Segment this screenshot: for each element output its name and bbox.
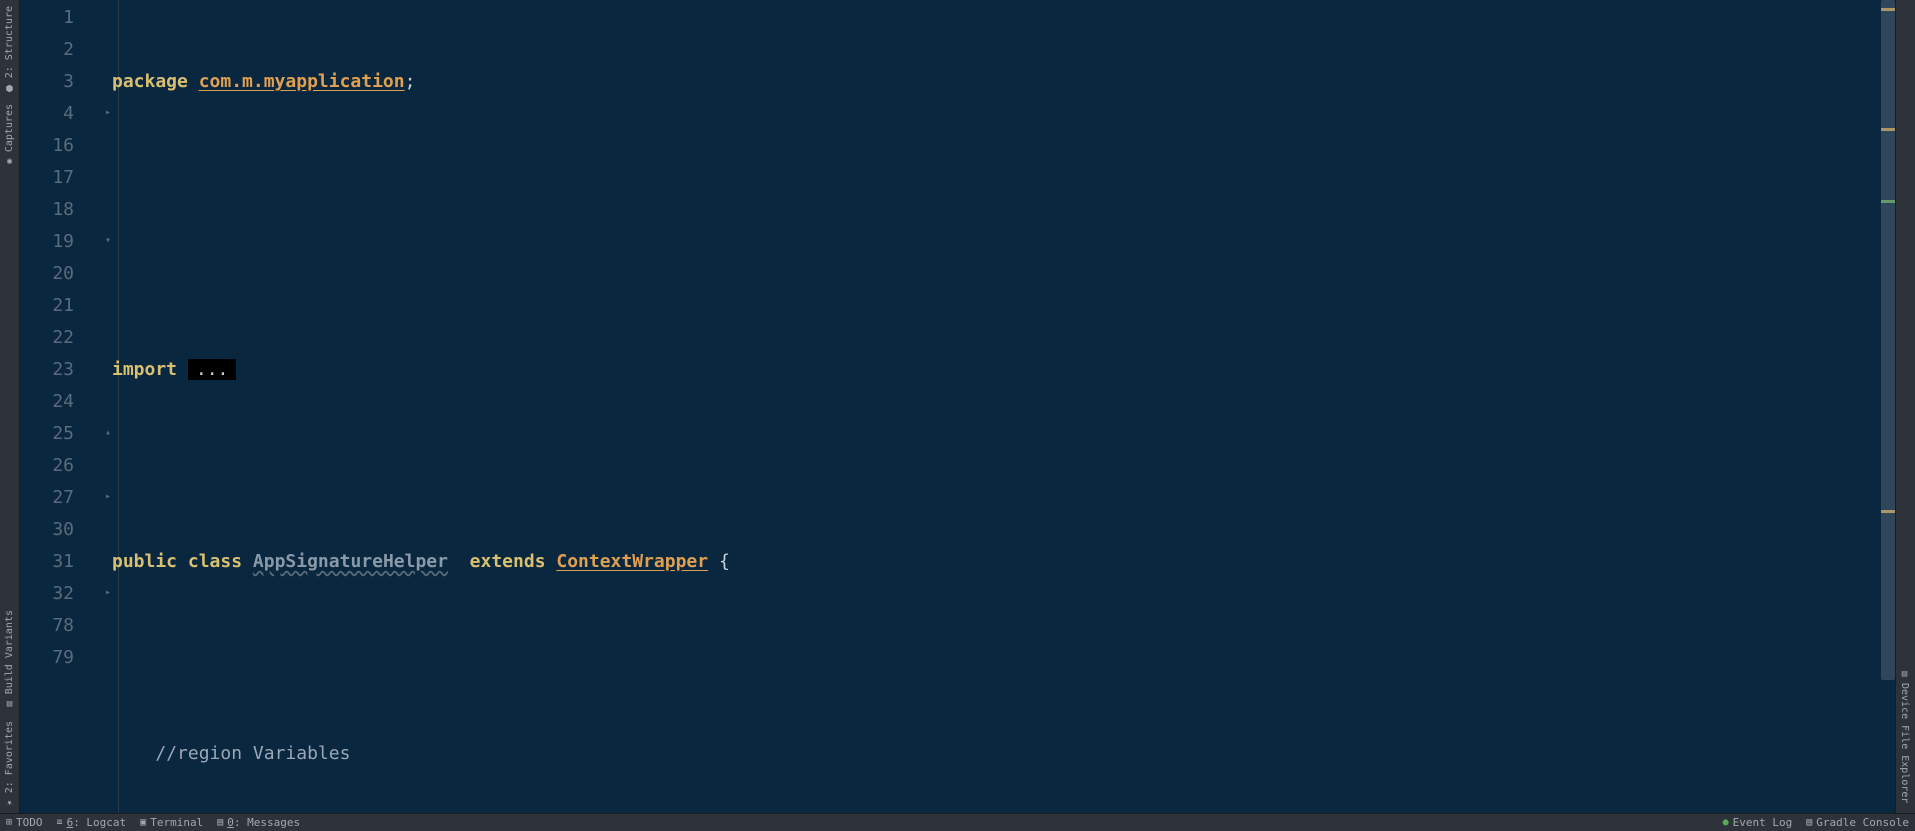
line-number: 3 xyxy=(20,66,98,98)
line-number: 18 xyxy=(20,194,98,226)
terminal-icon: ▣ xyxy=(140,817,146,828)
structure-icon: ⬢ xyxy=(5,82,15,92)
line-number: 22 xyxy=(20,322,98,354)
code-line: import ... xyxy=(112,354,1895,386)
status-logcat[interactable]: ≡ 6: Logcat xyxy=(57,816,127,829)
line-number: 20 xyxy=(20,258,98,290)
status-event-log[interactable]: ● Event Log xyxy=(1723,816,1793,829)
line-number: 78 xyxy=(20,610,98,642)
messages-icon: ▤ xyxy=(217,817,223,828)
line-number: 19 xyxy=(20,226,98,258)
scroll-thumb[interactable] xyxy=(1881,0,1895,680)
line-number: 4 xyxy=(20,98,98,130)
status-todo[interactable]: ⊞ TODO xyxy=(6,816,43,829)
build-variants-icon: ▤ xyxy=(5,699,15,709)
line-number: 30 xyxy=(20,514,98,546)
logcat-icon: ≡ xyxy=(57,817,63,828)
tool-build-variants[interactable]: ▤ Build Variants xyxy=(0,604,19,714)
right-tool-sidebar: ▤ Device File Explorer xyxy=(1895,0,1915,813)
line-number: 32 xyxy=(20,578,98,610)
left-tool-sidebar: ⬢ 2: Structure ◉ Captures ▤ Build Varian… xyxy=(0,0,20,813)
event-log-icon: ● xyxy=(1723,817,1729,828)
line-number: 25 xyxy=(20,418,98,450)
todo-icon: ⊞ xyxy=(6,817,12,828)
code-line xyxy=(112,450,1895,482)
line-number: 24 xyxy=(20,386,98,418)
code-line: package com.m.myapplication; xyxy=(112,66,1895,98)
tool-favorites[interactable]: ★ 2: Favorites xyxy=(0,715,19,813)
code-line xyxy=(112,258,1895,290)
gradle-console-icon: ▤ xyxy=(1806,817,1812,828)
code-content[interactable]: package com.m.myapplication; import ... … xyxy=(98,0,1895,813)
line-number: 27 xyxy=(20,482,98,514)
device-explorer-icon: ▤ xyxy=(1900,669,1910,679)
code-editor[interactable]: 1 2 3 4 16 17 18 19 20 21 22 23 24 25 26… xyxy=(20,0,1895,813)
line-number: 23 xyxy=(20,354,98,386)
line-number: 26 xyxy=(20,450,98,482)
line-number: 79 xyxy=(20,642,98,674)
status-terminal[interactable]: ▣ Terminal xyxy=(140,816,203,829)
code-line xyxy=(112,642,1895,674)
line-number-gutter: 1 2 3 4 16 17 18 19 20 21 22 23 24 25 26… xyxy=(20,0,98,813)
folded-imports[interactable]: ... xyxy=(188,359,237,380)
code-line: public class AppSignatureHelper extends … xyxy=(112,546,1895,578)
tool-captures[interactable]: ◉ Captures xyxy=(0,98,19,172)
line-number: 21 xyxy=(20,290,98,322)
code-line xyxy=(112,162,1895,194)
status-messages[interactable]: ▤ 0: Messages xyxy=(217,816,300,829)
line-number: 31 xyxy=(20,546,98,578)
line-number: 16 xyxy=(20,130,98,162)
line-number: 2 xyxy=(20,34,98,66)
captures-icon: ◉ xyxy=(5,156,15,166)
editor-scrollbar[interactable] xyxy=(1881,0,1895,813)
code-line: //region Variables xyxy=(112,738,1895,770)
line-number: 17 xyxy=(20,162,98,194)
tool-device-file-explorer[interactable]: ▤ Device File Explorer xyxy=(1896,663,1913,809)
favorites-icon: ★ xyxy=(5,797,15,807)
tool-structure[interactable]: ⬢ 2: Structure xyxy=(0,0,19,98)
status-gradle-console[interactable]: ▤ Gradle Console xyxy=(1806,816,1909,829)
line-number: 1 xyxy=(20,2,98,34)
status-bar: ⊞ TODO ≡ 6: Logcat ▣ Terminal ▤ 0: Messa… xyxy=(0,813,1915,831)
